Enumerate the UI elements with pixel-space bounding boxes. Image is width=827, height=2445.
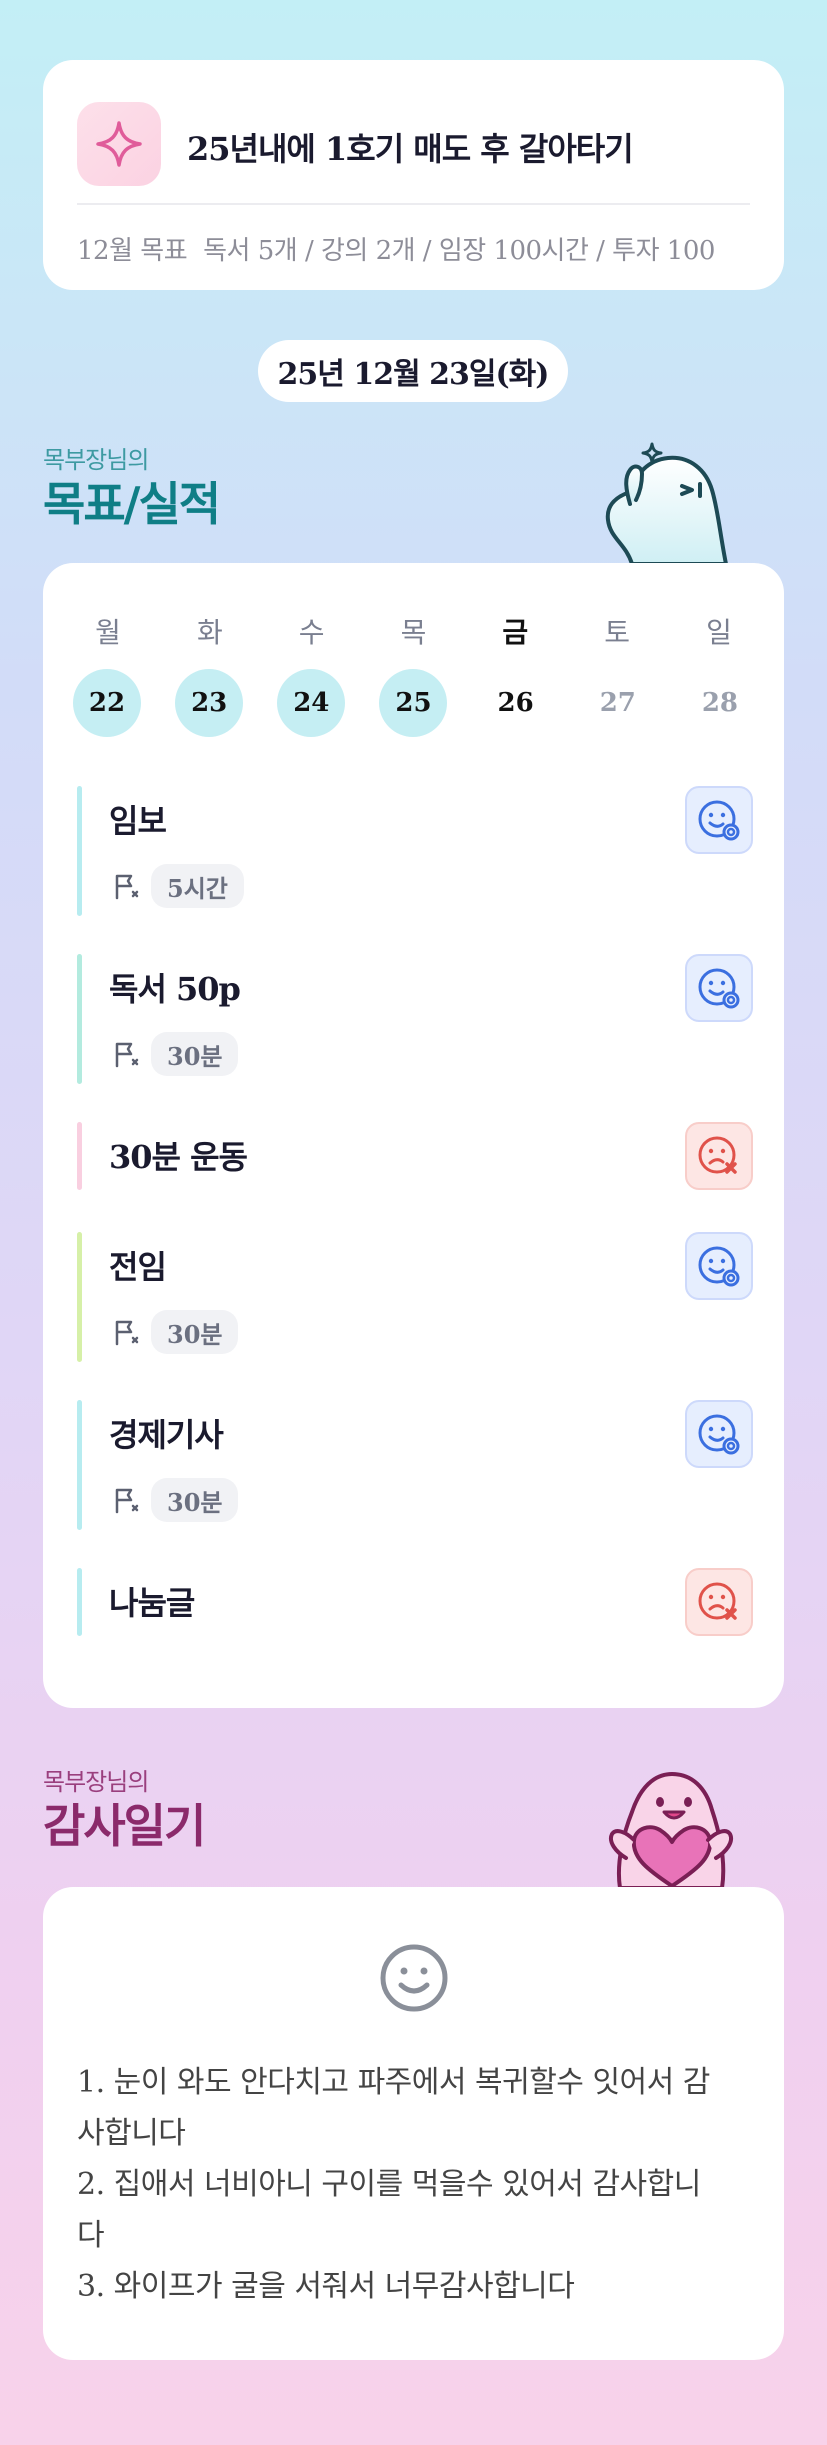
gratitude-line: 다 (77, 2218, 105, 2253)
task-item: 경제기사 30분 (77, 1400, 753, 1530)
weekday-label: 수 (298, 616, 325, 649)
task-time-chip: 30분 (151, 1310, 239, 1354)
day-button[interactable]: 22 (73, 669, 141, 737)
task-item: 독서 50p 30분 (77, 954, 753, 1084)
sparkle-icon (77, 102, 161, 186)
sad-x-icon (698, 1582, 737, 1620)
month-goals-text: 독서 5개 / 강의 2개 / 임장 100시간 / 투자 100 (203, 236, 715, 266)
day-button[interactable]: 27 (584, 669, 652, 737)
gratitude-card: 1. 눈이 와도 안다치고 파주에서 복귀할수 잇어서 감 사합니다 2. 집애… (43, 1887, 784, 2360)
date-selector[interactable]: 25년 12월 23일(화) (258, 340, 568, 402)
monthly-goals: 12월 목표 독서 5개 / 강의 2개 / 임장 100시간 / 투자 100 (77, 230, 715, 267)
weekday-label: 월 (95, 616, 121, 649)
mascot-ghost-illustration (605, 442, 728, 564)
status-fail-button[interactable] (685, 1122, 753, 1190)
task-name: 임보 (109, 802, 167, 840)
gratitude-line: 3. 와이프가 굴을 서줘서 너무감사합니다 (77, 2269, 575, 2304)
weekday-label-today: 금 (502, 616, 529, 649)
task-color-bar (77, 1232, 82, 1362)
task-meta: 30분 (111, 1478, 239, 1522)
flag-icon (115, 1320, 139, 1346)
mascot-heart-illustration (609, 1772, 733, 1888)
goal-card[interactable]: 25년내에 1호기 매도 후 갈아타기 12월 목표 독서 5개 / 강의 2개 … (43, 60, 784, 290)
gratitude-line: 1. 눈이 와도 안다치고 파주에서 복귀할수 잇어서 감 (77, 2065, 710, 2100)
day-button[interactable]: 24 (277, 669, 346, 737)
day-button[interactable]: 23 (175, 669, 244, 737)
task-color-bar (77, 954, 82, 1084)
goals-section-title: 목표/실적 (43, 477, 221, 531)
day-button-today[interactable]: 26 (482, 669, 550, 737)
task-time-chip: 30분 (151, 1478, 239, 1522)
task-name: 경제기사 (109, 1416, 224, 1454)
week-days: 22 23 24 25 26 27 28 (73, 669, 754, 737)
smile-icon (380, 1944, 448, 2012)
task-name: 30분 운동 (109, 1138, 248, 1176)
task-item: 임보 5시간 (77, 786, 753, 916)
task-item: 나눔글 (77, 1568, 753, 1636)
smile-check-icon (698, 800, 740, 841)
smile-check-icon (698, 1414, 740, 1455)
task-name: 전임 (109, 1248, 167, 1286)
status-fail-button[interactable] (685, 1568, 753, 1636)
gratitude-section-title: 감사일기 (43, 1799, 206, 1853)
task-meta: 5시간 (111, 864, 244, 908)
gratitude-line: 사합니다 (77, 2116, 186, 2151)
smile-check-icon (698, 968, 740, 1009)
weekday-label: 목 (400, 616, 427, 649)
status-success-button[interactable] (685, 1232, 753, 1300)
sad-x-icon (698, 1136, 737, 1174)
task-item: 전임 30분 (77, 1232, 753, 1362)
status-success-button[interactable] (685, 786, 753, 854)
task-name: 독서 50p (109, 970, 241, 1008)
month-label: 12월 목표 (77, 236, 188, 266)
day-button[interactable]: 28 (686, 669, 754, 737)
gratitude-entries: 1. 눈이 와도 안다치고 파주에서 복귀할수 잇어서 감 사합니다 2. 집애… (77, 2057, 757, 2312)
weekday-label: 일 (706, 616, 732, 649)
weekday-header: 월 화 수 목 금 토 일 (73, 611, 754, 651)
day-button[interactable]: 25 (379, 669, 448, 737)
gratitude-line: 2. 집애서 너비아니 구이를 먹을수 있어서 감사합니 (77, 2167, 701, 2202)
flag-icon (115, 1042, 139, 1068)
goal-title: 25년내에 1호기 매도 후 갈아타기 (187, 130, 634, 168)
flag-icon (115, 874, 139, 900)
task-color-bar (77, 1568, 82, 1636)
task-meta: 30분 (111, 1032, 239, 1076)
task-color-bar (77, 1122, 82, 1190)
weekday-label: 화 (196, 616, 223, 649)
task-name: 나눔글 (109, 1584, 195, 1622)
task-time-chip: 5시간 (151, 864, 244, 908)
flag-icon (115, 1488, 139, 1514)
status-success-button[interactable] (685, 954, 753, 1022)
weekday-label: 토 (604, 616, 631, 649)
task-item: 30분 운동 (77, 1122, 753, 1190)
status-success-button[interactable] (685, 1400, 753, 1468)
task-color-bar (77, 1400, 82, 1530)
goals-card: 월 화 수 목 금 토 일 22 23 24 25 26 27 28 임보 5시… (43, 563, 784, 1708)
task-meta: 30분 (111, 1310, 239, 1354)
smile-check-icon (698, 1246, 740, 1287)
divider (77, 203, 750, 205)
task-color-bar (77, 786, 82, 916)
task-time-chip: 30분 (151, 1032, 239, 1076)
